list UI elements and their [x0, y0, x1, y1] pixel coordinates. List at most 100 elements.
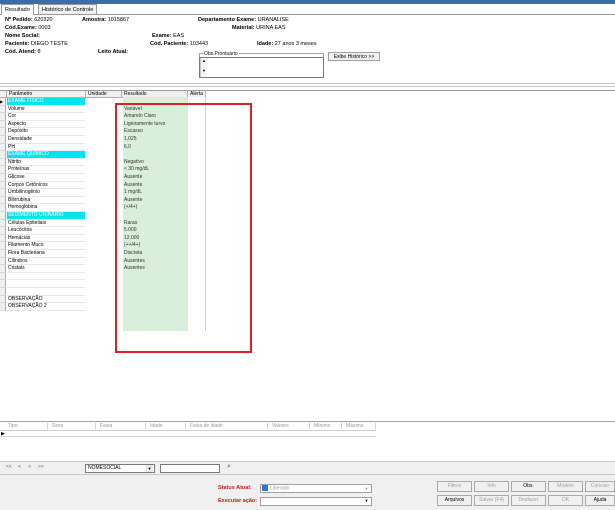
ref-col-valores[interactable]: Valores	[270, 423, 310, 429]
row-selector[interactable]	[0, 288, 6, 296]
unidade-cell[interactable]	[86, 121, 118, 129]
info-button[interactable]: Info	[474, 481, 509, 492]
row-selector[interactable]	[0, 166, 6, 174]
row-selector[interactable]	[0, 105, 6, 114]
row-selector[interactable]	[0, 158, 6, 167]
obs-button[interactable]: Obs.	[511, 481, 546, 492]
row-selector[interactable]	[0, 196, 6, 205]
row-selector[interactable]	[0, 120, 6, 129]
unidade-cell[interactable]	[86, 258, 118, 266]
row-selector[interactable]	[0, 189, 6, 197]
ref-col-sexo[interactable]: Sexo	[50, 423, 96, 429]
row-selector[interactable]	[0, 151, 6, 159]
row-selector[interactable]	[0, 250, 6, 258]
unidade-cell[interactable]	[86, 174, 118, 182]
nav-next-button[interactable]: >	[28, 464, 31, 470]
unidade-cell[interactable]	[86, 235, 118, 243]
unidade-cell[interactable]	[86, 227, 118, 235]
ajuda-button[interactable]: Ajuda	[585, 495, 615, 506]
nav-prev-button[interactable]: <	[18, 464, 21, 470]
arquivos-button[interactable]: Arquivos	[437, 495, 472, 506]
search-input[interactable]	[160, 464, 220, 473]
ref-col-minimo[interactable]: Mínimo	[312, 423, 342, 429]
parametro-cell: Cristais	[7, 265, 85, 273]
unidade-cell[interactable]	[86, 166, 118, 174]
acao-select[interactable]: ▼	[260, 497, 372, 506]
row-selector[interactable]	[0, 128, 6, 136]
modelo-button[interactable]: Modelo	[548, 481, 583, 492]
tab-label: Resultado	[5, 7, 30, 13]
unidade-cell[interactable]	[86, 204, 118, 212]
scroll-down-icon[interactable]: ▼	[201, 68, 207, 73]
row-selector[interactable]	[0, 174, 6, 182]
unidade-cell[interactable]	[86, 242, 118, 250]
filtros-button[interactable]: Filtros	[437, 481, 472, 492]
salvar-button[interactable]: Salvar (F4)	[474, 495, 509, 506]
unidade-cell[interactable]	[86, 220, 118, 228]
ref-col-faixa[interactable]: Faixa	[98, 423, 146, 429]
unidade-cell[interactable]	[86, 250, 118, 258]
parametro-cell: Cilindros	[7, 258, 85, 266]
unidade-cell[interactable]	[86, 136, 118, 144]
row-selector[interactable]	[0, 136, 6, 144]
chevron-down-icon[interactable]: ▼	[146, 465, 153, 472]
unidade-cell[interactable]	[86, 212, 118, 220]
unidade-cell[interactable]	[86, 144, 118, 152]
row-selector[interactable]	[0, 280, 6, 288]
row-selector[interactable]	[0, 257, 6, 266]
unidade-cell[interactable]	[86, 296, 118, 304]
unidade-cell[interactable]	[86, 189, 118, 197]
ref-col-idade[interactable]: Idade	[148, 423, 186, 429]
status-select[interactable]: Liberado ▼	[260, 484, 372, 493]
row-selector[interactable]	[0, 113, 6, 121]
nav-last-button[interactable]: >>	[38, 464, 44, 470]
row-selector[interactable]	[0, 219, 6, 228]
unidade-cell[interactable]	[86, 98, 118, 106]
obs-scrollbar[interactable]: ▲ ▼	[200, 58, 207, 77]
col-parametro[interactable]: Parâmetro	[7, 91, 86, 98]
col-unidade[interactable]: Unidade	[86, 91, 122, 98]
unidade-cell[interactable]	[86, 106, 118, 114]
row-selector[interactable]	[0, 242, 6, 250]
unidade-cell[interactable]	[86, 265, 118, 273]
row-selector[interactable]	[0, 143, 6, 152]
row-selector[interactable]	[0, 227, 6, 235]
desfazer-button[interactable]: Desfazer	[511, 495, 546, 506]
unidade-cell[interactable]	[86, 159, 118, 167]
exibe-historico-button[interactable]: Exibe Histórico >>	[328, 52, 380, 61]
row-selector[interactable]	[0, 295, 6, 304]
unidade-cell[interactable]	[86, 273, 118, 281]
parametro-cell: Volume	[7, 106, 85, 114]
ok-button[interactable]: OK	[548, 495, 583, 506]
unidade-cell[interactable]	[86, 113, 118, 121]
concluir-button[interactable]: Concluir	[585, 481, 615, 492]
row-selector[interactable]: ▶	[0, 98, 6, 106]
obs-prontuario-textarea[interactable]: ▲ ▼	[199, 57, 324, 78]
row-selector[interactable]	[0, 181, 6, 190]
unidade-cell[interactable]	[86, 182, 118, 190]
row-selector[interactable]	[0, 303, 6, 311]
row-selector[interactable]	[0, 265, 6, 273]
field-select[interactable]: NOMESOCIAL ▼	[85, 464, 155, 473]
row-selector[interactable]	[0, 272, 6, 281]
unidade-cell[interactable]	[86, 288, 118, 296]
tab-historico-controle[interactable]: Histórico de Controle	[38, 4, 98, 14]
unidade-cell[interactable]	[86, 197, 118, 205]
ref-col-faixa-idade[interactable]: Faixa de idade	[188, 423, 268, 429]
row-selector[interactable]	[0, 204, 6, 212]
ref-col-tipo[interactable]: Tipo	[6, 423, 48, 429]
row-selector[interactable]	[0, 234, 6, 243]
scroll-up-icon[interactable]: ▲	[201, 58, 207, 63]
unidade-cell[interactable]	[86, 151, 118, 159]
ref-row[interactable]: ▶	[0, 430, 376, 437]
chevron-down-icon[interactable]: ▼	[363, 485, 370, 492]
unidade-cell[interactable]	[86, 128, 118, 136]
tab-resultado[interactable]: Resultado	[1, 4, 34, 15]
unidade-cell[interactable]	[86, 303, 118, 311]
binoculars-search-icon[interactable]: ⌕	[227, 463, 231, 471]
ref-col-maximo[interactable]: Máximo	[344, 423, 376, 429]
chevron-down-icon[interactable]: ▼	[363, 498, 370, 505]
unidade-cell[interactable]	[86, 280, 118, 288]
nav-first-button[interactable]: <<	[6, 464, 12, 470]
row-selector[interactable]	[0, 212, 6, 220]
